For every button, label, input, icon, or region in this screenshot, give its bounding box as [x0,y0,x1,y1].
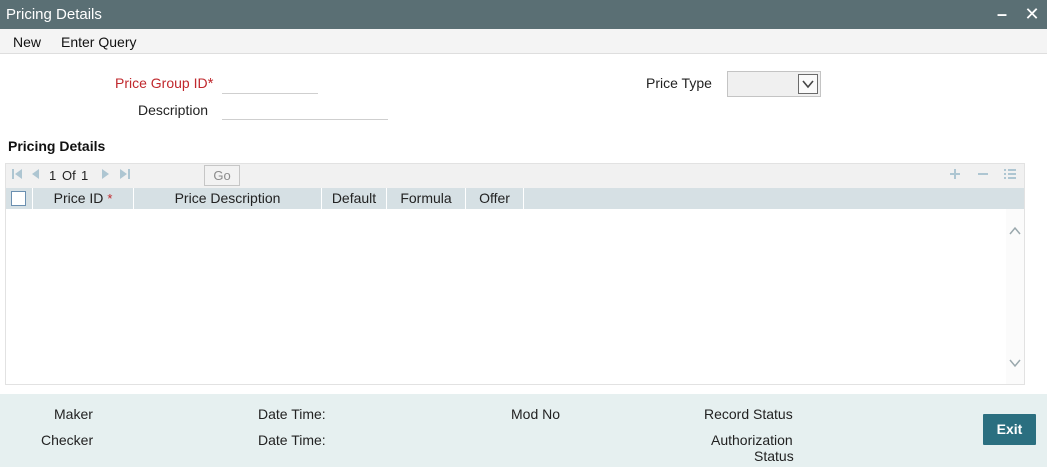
add-row-icon[interactable] [948,167,962,184]
scroll-up-icon[interactable] [1007,223,1023,239]
pricing-details-section-title: Pricing Details [8,138,106,154]
chevron-down-icon[interactable] [798,74,818,94]
price-group-id-input[interactable] [222,74,318,94]
record-status-label: Record Status [704,406,793,422]
audit-footer: Maker Checker Date Time: Date Time: Mod … [0,394,1047,467]
window-titlebar: Pricing Details – ✕ [0,0,1047,29]
new-menu-item[interactable]: New [13,34,41,50]
previous-page-icon[interactable] [30,167,40,184]
price-type-label: Price Type [646,75,712,91]
col-header-offer[interactable]: Offer [466,188,524,209]
select-all-cell [6,188,33,209]
mod-no-label: Mod No [511,406,561,422]
page-current: 1 [49,168,57,183]
pricing-details-grid: 1 Of 1 Go Price ID * Price Description D… [5,163,1025,385]
col-header-price-description[interactable]: Price Description [134,188,322,209]
price-type-select[interactable] [727,71,821,97]
col-price-id-label: Price ID [53,190,104,206]
single-view-icon[interactable] [1003,167,1017,184]
grid-header-row: Price ID * Price Description Default For… [6,188,1024,209]
menu-bar: New Enter Query [0,29,1047,54]
description-label: Description [138,102,209,118]
enter-query-menu-item[interactable]: Enter Query [61,34,136,50]
go-button[interactable]: Go [204,165,240,186]
required-marker: * [107,191,113,206]
minimize-icon[interactable]: – [992,4,1012,24]
price-group-id-label-text: Price Group ID [115,75,208,91]
price-group-id-label: Price Group ID* [115,75,213,92]
next-page-icon[interactable] [101,167,111,184]
scroll-down-icon[interactable] [1007,355,1023,371]
window-title: Pricing Details [6,6,102,23]
maker-date-time-label: Date Time: [258,406,326,422]
authorization-label: Authorization [711,432,793,448]
close-icon[interactable]: ✕ [1022,4,1042,24]
first-page-icon[interactable] [11,167,23,184]
required-marker: * [207,75,214,92]
page-total: 1 [81,168,89,183]
page-of: Of [62,168,76,183]
authorization-status-label: Status [754,448,794,464]
description-input[interactable] [222,100,388,120]
maker-label: Maker [54,406,93,422]
grid-toolbar: 1 Of 1 Go [6,164,1024,188]
last-page-icon[interactable] [119,167,131,184]
delete-row-icon[interactable] [976,167,990,184]
col-header-formula[interactable]: Formula [387,188,466,209]
select-all-checkbox[interactable] [11,191,26,206]
checker-date-time-label: Date Time: [258,432,326,448]
col-header-filler [524,188,1007,209]
col-header-default[interactable]: Default [322,188,387,209]
exit-button[interactable]: Exit [983,414,1036,445]
col-header-price-id[interactable]: Price ID * [33,188,134,209]
checker-label: Checker [41,432,94,448]
grid-scrollbar[interactable] [1006,209,1024,384]
